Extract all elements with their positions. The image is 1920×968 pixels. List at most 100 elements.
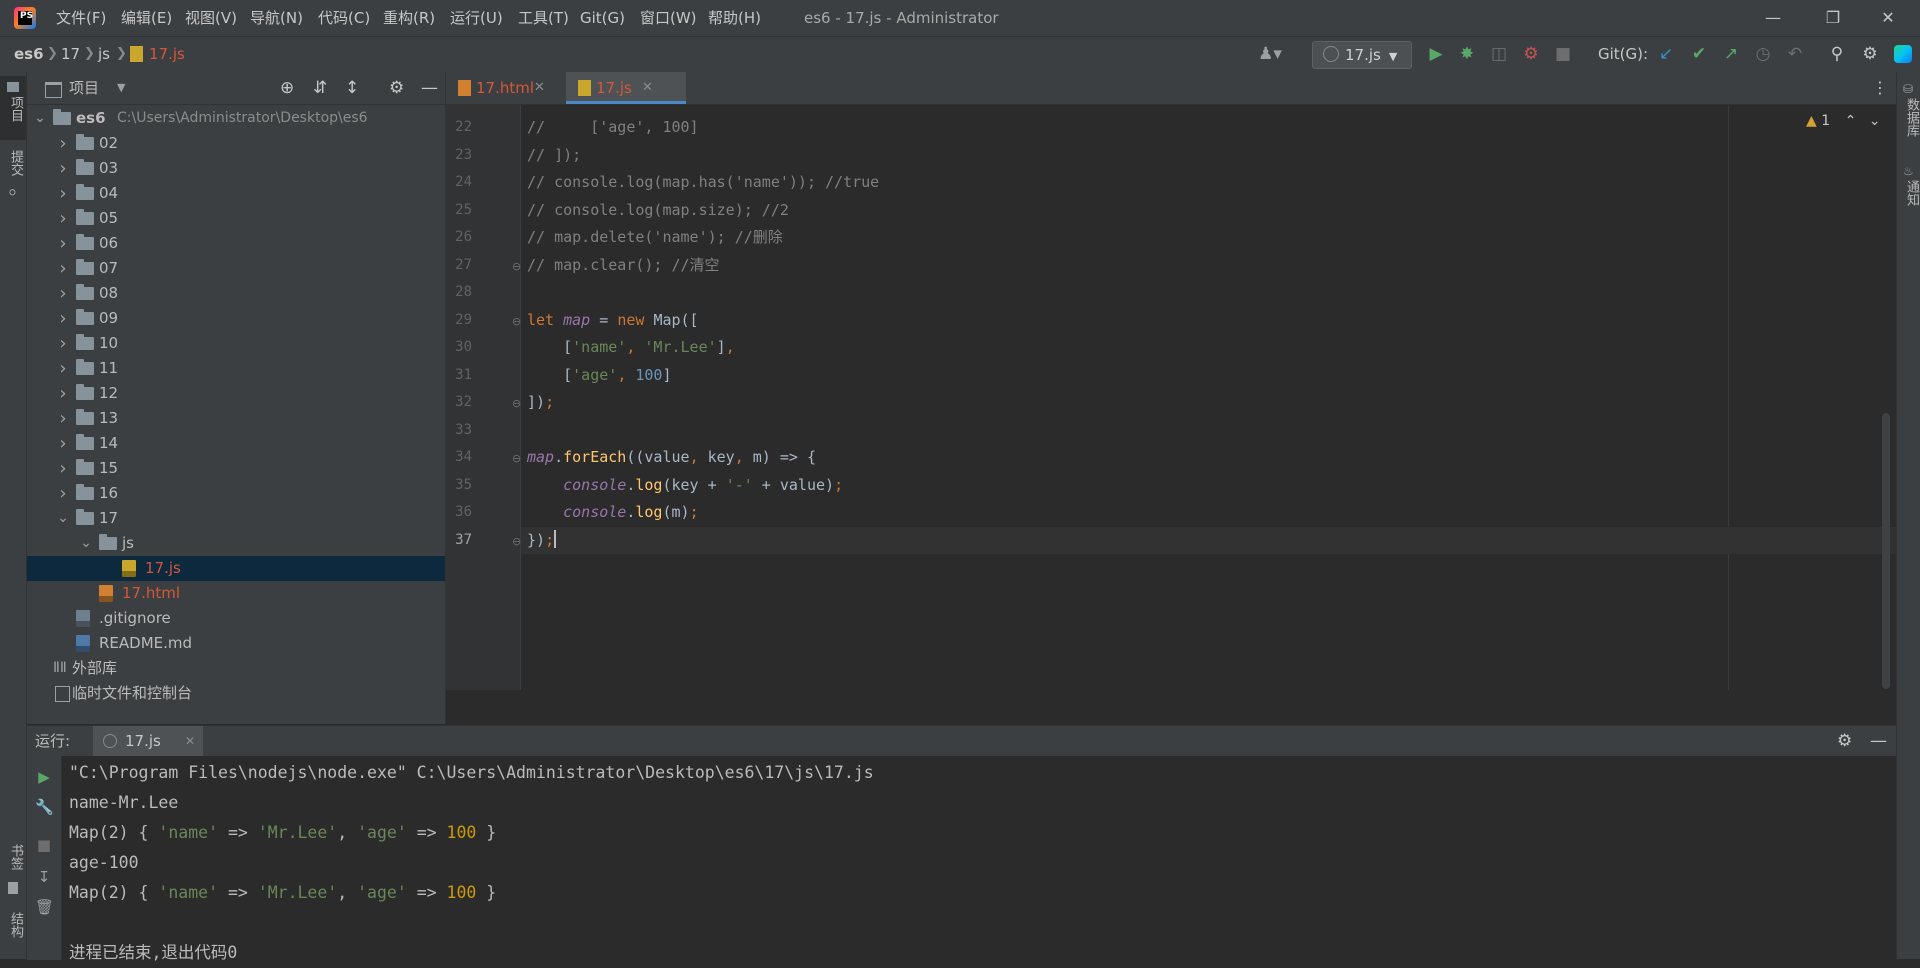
git-update-icon[interactable]: ↙ — [1651, 37, 1681, 71]
breadcrumb-subfolder[interactable]: js — [98, 37, 110, 71]
hide-panel-icon[interactable]: — — [421, 72, 438, 104]
options-gear-icon[interactable]: ⚙ — [389, 72, 404, 104]
tab-17-html[interactable]: 17.html ✕ — [446, 72, 580, 104]
structure-tool-window-button[interactable]: 结构 — [0, 910, 26, 959]
chevron-right-icon[interactable]: › — [56, 456, 70, 481]
hide-run-panel-icon[interactable]: — — [1870, 726, 1887, 756]
git-commit-icon[interactable]: ✔ — [1684, 37, 1714, 71]
tree-item[interactable]: ⌄ js — [27, 531, 445, 556]
tree-item[interactable]: ⌄ es6 C:\Users\Administrator\Desktop\es6 — [27, 106, 445, 131]
chevron-down-icon[interactable]: ⌄ — [33, 106, 47, 131]
menu-item[interactable]: 视图(V) — [185, 0, 237, 36]
menu-item[interactable]: 代码(C) — [318, 0, 370, 36]
run-settings-gear-icon[interactable]: ⚙ — [1837, 726, 1852, 756]
console-output[interactable]: "C:\Program Files\nodejs\node.exe" C:\Us… — [27, 756, 1896, 962]
chevron-right-icon[interactable]: › — [56, 306, 70, 331]
menu-item[interactable]: 文件(F) — [56, 0, 106, 36]
menu-item[interactable]: Git(G) — [580, 0, 625, 36]
run-icon[interactable]: ▶ — [1421, 37, 1451, 71]
chevron-right-icon[interactable]: › — [56, 156, 70, 181]
chevron-right-icon[interactable]: › — [56, 381, 70, 406]
menu-item[interactable]: 运行(U) — [450, 0, 503, 36]
chevron-down-icon[interactable]: ⌄ — [79, 531, 93, 556]
chevron-right-icon[interactable]: › — [56, 206, 70, 231]
tab-17-js[interactable]: 17.js ✕ — [566, 72, 686, 104]
fold-marker-icon[interactable]: ⊖ — [512, 452, 522, 465]
run-tab-17-js[interactable]: 17.js ✕ — [93, 726, 203, 756]
tree-item[interactable]: › 02 — [27, 131, 445, 156]
menu-item[interactable]: 工具(T) — [518, 0, 569, 36]
git-push-icon[interactable]: ↗ — [1716, 37, 1746, 71]
tree-item[interactable]: › 12 — [27, 381, 445, 406]
chevron-right-icon[interactable]: › — [56, 181, 70, 206]
tree-item[interactable]: › 11 — [27, 356, 445, 381]
breadcrumb-folder[interactable]: 17 — [61, 37, 80, 71]
more-tabs-icon[interactable]: ⋮ — [1872, 72, 1888, 104]
settings-icon[interactable]: ⚙ — [1855, 37, 1885, 71]
tree-item[interactable]: 17.html — [27, 581, 445, 606]
fold-marker-icon[interactable]: ⊖ — [512, 397, 522, 410]
chevron-right-icon[interactable]: › — [56, 131, 70, 156]
git-history-icon[interactable]: ◷ — [1748, 37, 1778, 71]
tree-item[interactable]: README.md — [27, 631, 445, 656]
run-configuration-select[interactable]: 17.js ▼ — [1312, 41, 1412, 69]
locate-file-icon[interactable]: ⊕ — [280, 72, 294, 104]
chevron-right-icon[interactable]: › — [56, 256, 70, 281]
commit-tool-window-button[interactable]: 提交 ⚪ — [0, 148, 26, 208]
chevron-right-icon[interactable]: › — [56, 406, 70, 431]
stop-icon[interactable]: ■ — [1548, 37, 1578, 71]
tree-item[interactable]: › 14 — [27, 431, 445, 456]
git-rollback-icon[interactable]: ↶ — [1780, 37, 1810, 71]
tree-item[interactable]: › 04 — [27, 181, 445, 206]
project-panel-title[interactable]: 项目 — [69, 72, 99, 104]
fold-marker-icon[interactable]: ⊖ — [512, 260, 522, 273]
coverage-icon[interactable]: ◫ — [1484, 37, 1514, 71]
tree-item[interactable]: › 03 — [27, 156, 445, 181]
close-window-button[interactable]: ✕ — [1865, 0, 1911, 36]
search-icon[interactable]: ⚲ — [1822, 37, 1852, 71]
collapse-all-icon[interactable]: ↕ — [345, 72, 359, 104]
expand-all-icon[interactable]: ⇵ — [313, 72, 327, 104]
editor-scrollbar[interactable] — [1882, 413, 1890, 689]
menu-item[interactable]: 重构(R) — [383, 0, 435, 36]
tree-item[interactable]: .gitignore — [27, 606, 445, 631]
project-tool-window-button[interactable]: 项目 — [0, 76, 26, 140]
tree-item[interactable]: › 09 — [27, 306, 445, 331]
chevron-right-icon[interactable]: › — [56, 481, 70, 506]
breadcrumb-project[interactable]: es6 — [14, 37, 44, 71]
chevron-right-icon[interactable]: › — [56, 281, 70, 306]
menu-item[interactable]: 帮助(H) — [708, 0, 761, 36]
tree-item[interactable]: › 15 — [27, 456, 445, 481]
minimize-button[interactable]: — — [1750, 0, 1796, 36]
tree-item[interactable]: 临时文件和控制台 — [27, 681, 445, 706]
tree-item[interactable]: › 07 — [27, 256, 445, 281]
menu-item[interactable]: 导航(N) — [250, 0, 303, 36]
close-tab-icon[interactable]: ✕ — [185, 726, 195, 756]
code-editor[interactable]: 22 23 24 25 26 27 28 29 30 31 32 33 34 35 36 37 // ['ag… — [446, 105, 1896, 690]
fold-marker-icon[interactable]: ⊖ — [512, 535, 522, 548]
close-tab-icon[interactable]: ✕ — [534, 72, 545, 104]
menu-item[interactable]: 窗口(W) — [640, 0, 697, 36]
restore-button[interactable]: ❐ — [1810, 0, 1856, 36]
tree-item[interactable]: › 06 — [27, 231, 445, 256]
tree-item[interactable]: ⌄ 17 — [27, 506, 445, 531]
toolbox-icon[interactable] — [1894, 45, 1912, 63]
notifications-tool-window-button[interactable]: ♨ 通知 — [1897, 164, 1920, 224]
chevron-right-icon[interactable]: › — [56, 356, 70, 381]
tree-item[interactable]: 17.js — [27, 556, 445, 581]
tree-item[interactable]: › 08 — [27, 281, 445, 306]
tree-item[interactable]: › 16 — [27, 481, 445, 506]
chevron-right-icon[interactable]: › — [56, 431, 70, 456]
chevron-down-icon[interactable]: ▼ — [117, 72, 125, 104]
inspection-widget[interactable]: ▲ 1 ⌃ ⌄ — [1806, 113, 1881, 129]
breadcrumb-file[interactable]: 17.js — [149, 37, 185, 71]
menu-item[interactable]: 编辑(E) — [121, 0, 172, 36]
previous-highlight-icon[interactable]: ⌃ — [1845, 113, 1857, 129]
chevron-right-icon[interactable]: › — [56, 231, 70, 256]
close-tab-icon[interactable]: ✕ — [642, 72, 653, 104]
tree-item[interactable]: ⅡⅡ 外部库 — [27, 656, 445, 681]
debug-icon[interactable]: ✸ — [1452, 37, 1482, 71]
tree-item[interactable]: › 13 — [27, 406, 445, 431]
next-highlight-icon[interactable]: ⌄ — [1869, 113, 1881, 129]
fold-marker-icon[interactable]: ⊖ — [512, 315, 522, 328]
